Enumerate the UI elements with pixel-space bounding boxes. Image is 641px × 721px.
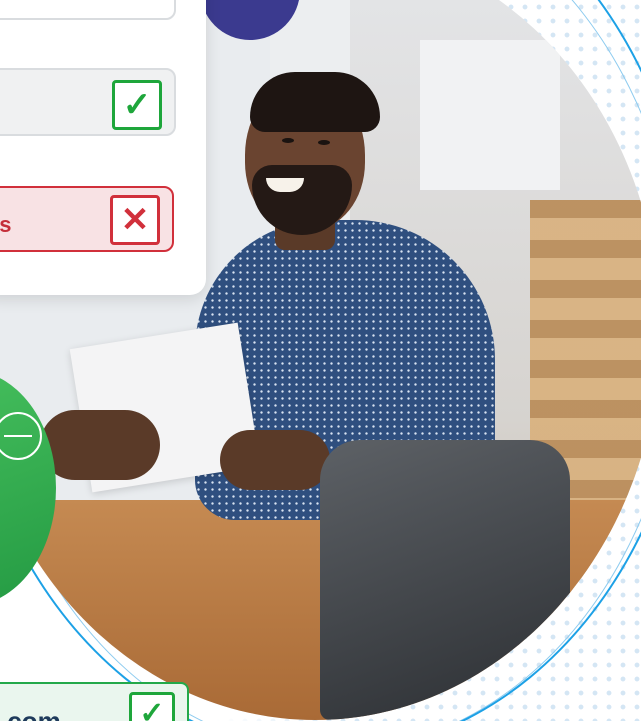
form-field-invalid: ss ✕ [0,186,174,252]
email-domain-text: .com [0,706,61,721]
form-field-valid: ✓ [0,0,176,20]
email-field-valid: .com ✓ [0,682,189,721]
check-icon: ✓ [112,80,162,130]
hero-illustration: ✓ ✓ ss ✕ .com ✓ [0,0,641,721]
photo-window [420,40,560,190]
check-icon: ✓ [129,692,175,721]
field-value: ss [0,212,12,237]
person-eye-left [282,138,294,143]
person-hair [250,72,380,132]
person-eye-right [318,140,330,145]
office-chair [320,440,570,720]
x-icon: ✕ [110,195,160,245]
form-field-valid: ✓ [0,68,176,136]
person-hand-left [40,410,160,480]
person-hand-right [220,430,330,490]
